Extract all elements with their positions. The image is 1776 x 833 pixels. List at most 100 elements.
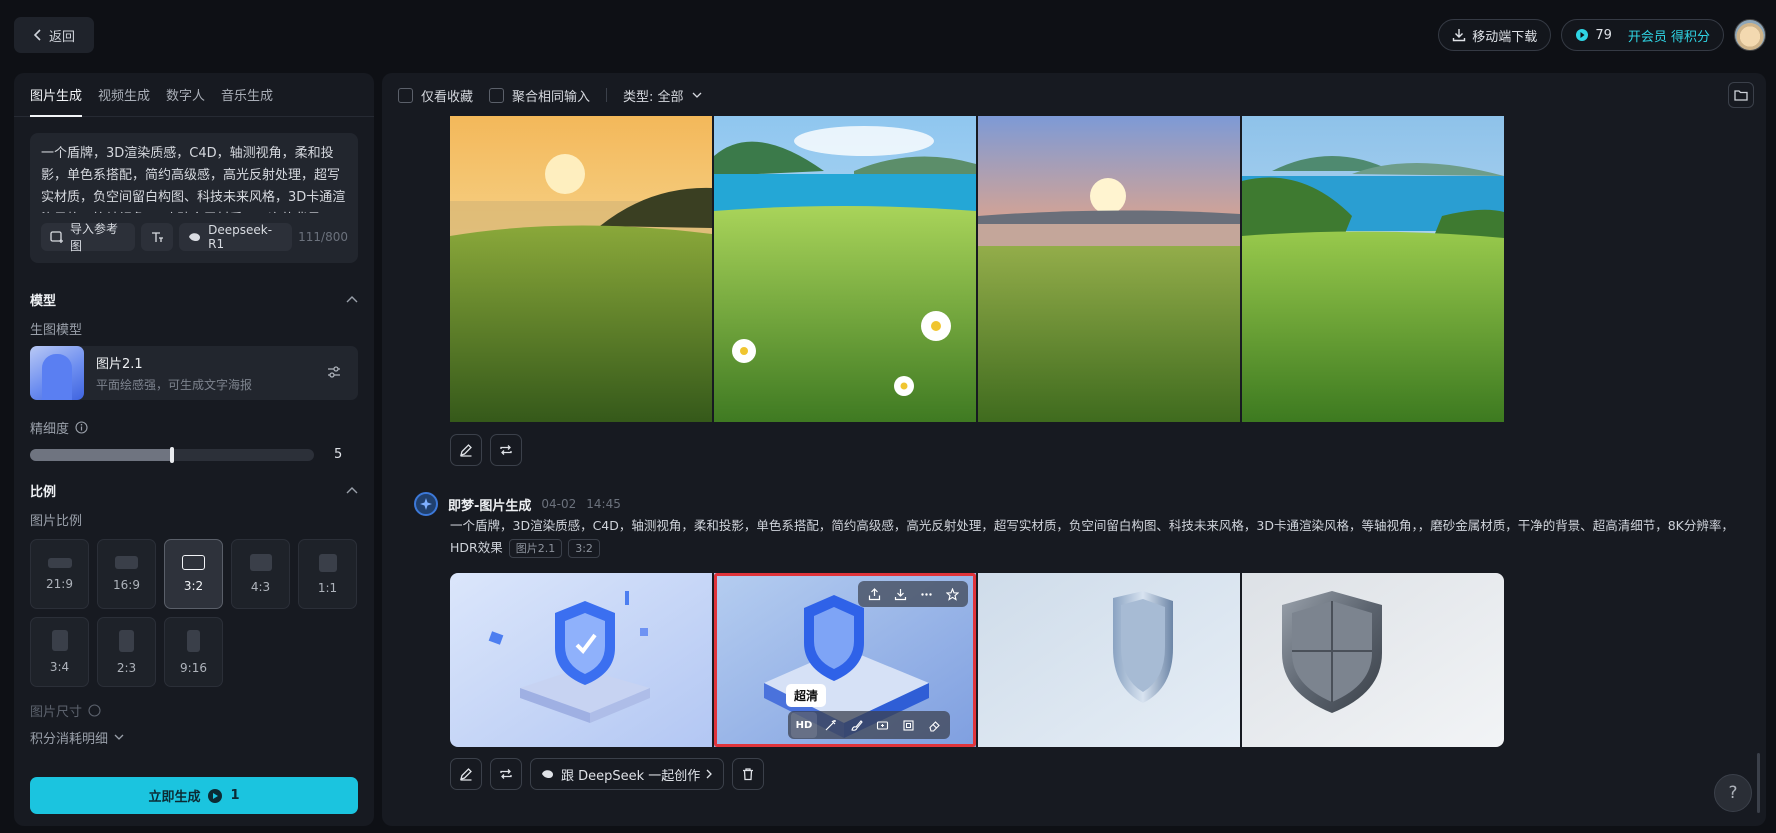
download-icon[interactable]: [887, 581, 913, 607]
ratio-grid: 21:9 16:9 3:2 4:3 1:1 3:4 2:3 9:16: [14, 539, 374, 687]
chevron-up-icon: [346, 486, 358, 494]
prompt-tools: 导入参考图 Deepseek-R1 111/800: [41, 222, 348, 253]
back-button[interactable]: 返回: [14, 17, 94, 53]
image-hover-toolbar: [858, 581, 968, 607]
deepseek-chip[interactable]: Deepseek-R1: [179, 223, 293, 251]
result-image[interactable]: [978, 116, 1240, 422]
result-image[interactable]: [978, 573, 1240, 747]
hd-upscale-button[interactable]: HD: [791, 712, 817, 738]
chevron-down-icon: [692, 92, 702, 99]
chevron-up-icon: [346, 295, 358, 303]
fav-only-label: 仅看收藏: [421, 89, 474, 105]
precision-slider[interactable]: [30, 446, 314, 463]
text-icon: [150, 230, 164, 244]
import-reference-label: 导入参考图: [70, 222, 119, 253]
download-icon: [1452, 28, 1466, 42]
star-icon: [414, 492, 438, 516]
points-icon: [1575, 28, 1589, 42]
deepseek-chip-label: Deepseek-R1: [208, 223, 273, 251]
import-reference-button[interactable]: 导入参考图: [41, 222, 136, 253]
crop-icon[interactable]: [895, 712, 921, 738]
merge-same-checkbox[interactable]: 聚合相同输入: [489, 86, 590, 105]
inpaint-brush-icon[interactable]: [843, 712, 869, 738]
prompt-input[interactable]: 一个盾牌，3D渲染质感，C4D，轴测视角，柔和投影，单色系搭配，简约高级感，高光…: [41, 143, 347, 213]
magic-wand-icon[interactable]: [817, 712, 843, 738]
result-image[interactable]: [1242, 573, 1504, 747]
ratio-3-2[interactable]: 3:2: [164, 539, 223, 609]
result-image-selected[interactable]: 超清 HD: [714, 573, 976, 747]
ratio-shape: [47, 557, 72, 568]
ratio-21-9[interactable]: 21:9: [30, 539, 89, 609]
ratio-shape: [119, 629, 134, 652]
regenerate-button[interactable]: [490, 758, 522, 790]
eraser-icon[interactable]: [921, 712, 947, 738]
row-1-actions: [450, 434, 522, 466]
precision-label: 精细度: [30, 422, 70, 437]
ratio-shape: [182, 555, 205, 570]
generation-prompt: 一个盾牌，3D渲染质感，C4D，轴测视角，柔和投影，单色系搭配，简约高级感，高光…: [450, 515, 1750, 559]
result-image[interactable]: [450, 573, 712, 747]
tab-video-gen[interactable]: 视频生成: [98, 73, 150, 117]
prompt-box[interactable]: 一个盾牌，3D渲染质感，C4D，轴测视角，柔和投影，单色系搭配，简约高级感，高光…: [30, 133, 358, 263]
edit-button[interactable]: [450, 434, 482, 466]
ratio-2-3[interactable]: 2:3: [97, 617, 156, 687]
favorite-star-icon[interactable]: [939, 581, 965, 607]
model-section-title: 模型: [30, 293, 57, 309]
share-icon[interactable]: [861, 581, 887, 607]
user-avatar[interactable]: [1734, 19, 1766, 51]
cost-detail-label: 积分消耗明细: [30, 732, 109, 747]
mobile-download-button[interactable]: 移动端下载: [1438, 19, 1552, 51]
precision-slider-handle[interactable]: [170, 446, 174, 463]
checkbox-box: [398, 87, 413, 103]
scrollbar[interactable]: [1757, 753, 1760, 813]
ratio-16-9[interactable]: 16:9: [97, 539, 156, 609]
ratio-3-4[interactable]: 3:4: [30, 617, 89, 687]
image-size-text: 图片尺寸: [30, 705, 83, 720]
edit-button[interactable]: [450, 758, 482, 790]
ratio-section-header[interactable]: 比例: [14, 480, 374, 500]
model-card[interactable]: 图片2.1 平面绘感强，可生成文字海报: [30, 346, 358, 400]
type-filter-dropdown[interactable]: 类型: 全部: [623, 86, 702, 105]
precision-label-row: 精细度: [14, 418, 374, 437]
precision-value: 5: [334, 447, 343, 462]
ratio-9-16[interactable]: 9:16: [164, 617, 223, 687]
generate-label: 立即生成: [148, 790, 201, 805]
ratio-label: 4:3: [250, 580, 271, 594]
ratio-sub-label: 图片比例: [30, 514, 83, 529]
mode-tabs: 图片生成 视频生成 数字人 音乐生成: [14, 73, 374, 117]
points-vip-button[interactable]: 79 开会员 得积分: [1561, 19, 1724, 51]
generate-button[interactable]: 立即生成 1: [30, 777, 358, 814]
left-panel: 图片生成 视频生成 数字人 音乐生成 一个盾牌，3D渲染质感，C4D，轴测视角，…: [14, 73, 374, 826]
regenerate-button[interactable]: [490, 434, 522, 466]
ratio-label: 2:3: [116, 660, 137, 675]
precision-slider-row: 5: [14, 446, 374, 463]
model-section-header[interactable]: 模型: [14, 289, 374, 309]
folder-button[interactable]: [1728, 82, 1754, 108]
expand-image-icon[interactable]: [869, 712, 895, 738]
cost-detail-toggle[interactable]: 积分消耗明细: [14, 728, 374, 747]
text-style-button[interactable]: [141, 223, 174, 251]
ratio-1-1[interactable]: 1:1: [298, 539, 357, 609]
result-image-row-2: 超清 HD: [450, 573, 1504, 747]
ratio-label: 3:4: [49, 660, 70, 674]
help-button[interactable]: ?: [1714, 774, 1752, 812]
result-image[interactable]: [450, 116, 712, 422]
result-image[interactable]: [1242, 116, 1504, 422]
ratio-shape: [115, 556, 138, 569]
ratio-shape: [187, 629, 200, 652]
tab-image-gen[interactable]: 图片生成: [30, 73, 83, 117]
ratio-shape: [249, 554, 272, 571]
sliders-icon[interactable]: [326, 364, 342, 380]
info-icon[interactable]: [75, 421, 88, 434]
ratio-4-3[interactable]: 4:3: [231, 539, 290, 609]
tab-digital-human[interactable]: 数字人: [166, 73, 205, 117]
more-icon[interactable]: [913, 581, 939, 607]
result-image[interactable]: [714, 116, 976, 422]
image-edit-toolbar: HD: [788, 711, 950, 739]
deepseek-cocreate-button[interactable]: 跟 DeepSeek 一起创作: [530, 758, 725, 790]
precision-slider-fill: [30, 448, 172, 461]
delete-button[interactable]: [732, 758, 765, 790]
tab-music-gen[interactable]: 音乐生成: [221, 73, 273, 117]
fav-only-checkbox[interactable]: 仅看收藏: [398, 86, 473, 105]
model-tag: 图片2.1: [508, 539, 563, 558]
